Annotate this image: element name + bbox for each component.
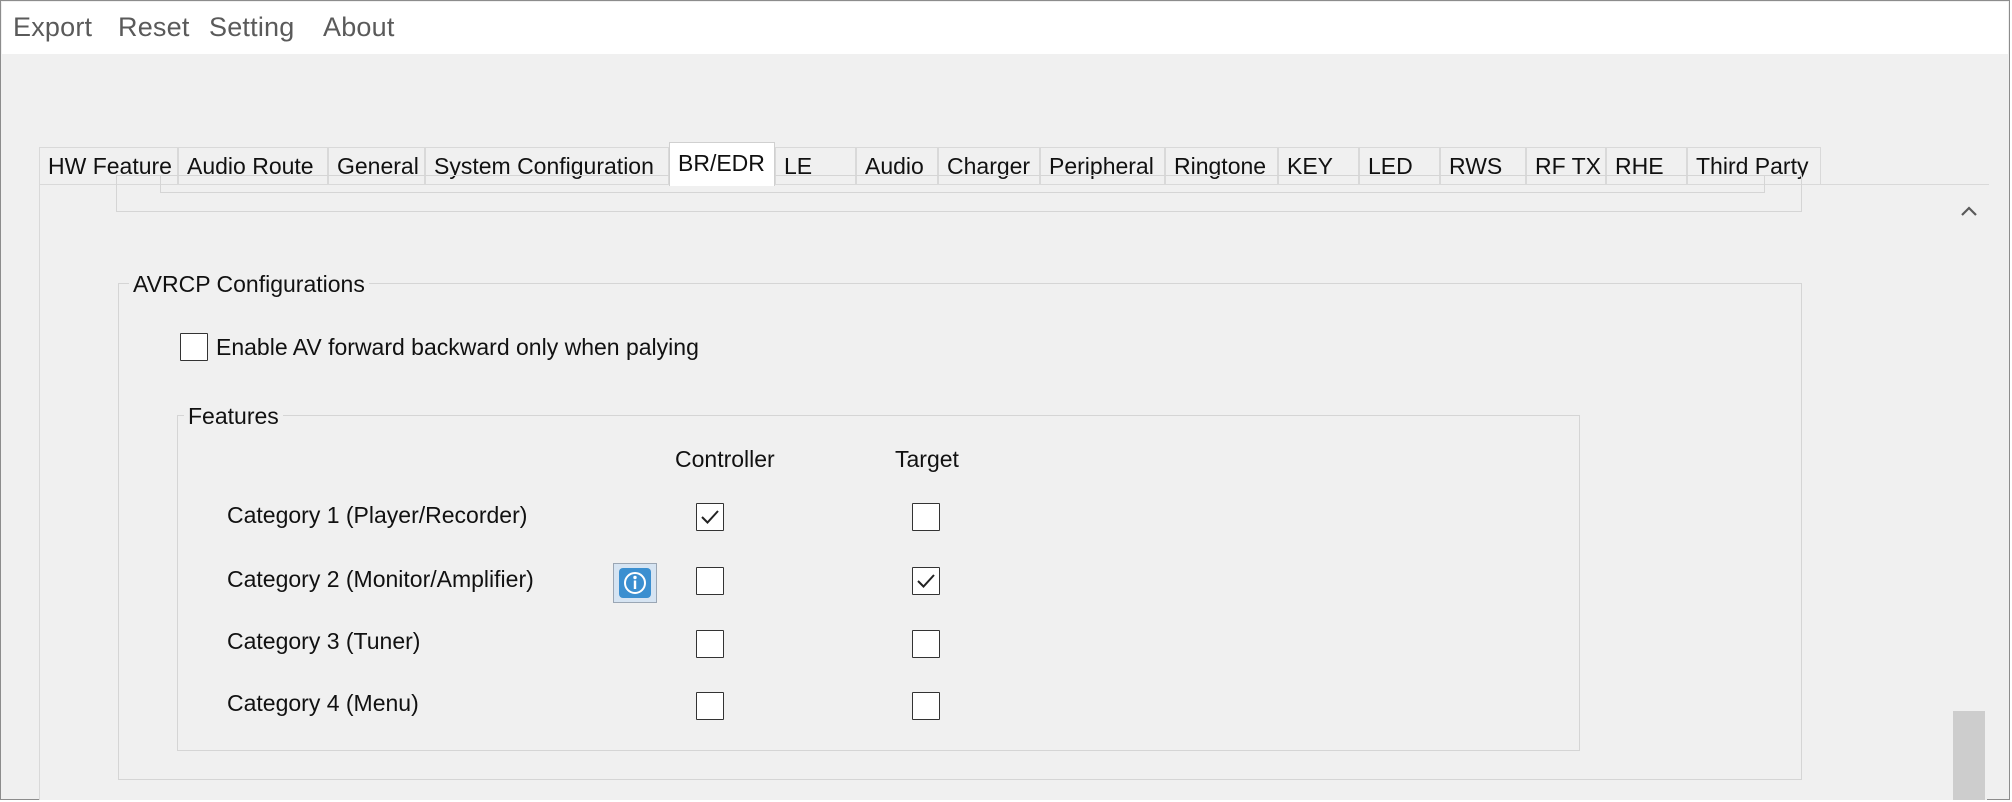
enable-av-label: Enable AV forward backward only when pal… bbox=[216, 334, 699, 360]
category-3-controller-checkbox[interactable] bbox=[696, 630, 724, 658]
chevron-up-icon[interactable] bbox=[1951, 199, 1987, 223]
avrcp-group-title: AVRCP Configurations bbox=[129, 271, 369, 298]
info-icon bbox=[624, 572, 646, 594]
category-4-label: Category 4 (Menu) bbox=[227, 690, 419, 716]
category-2-label: Category 2 (Monitor/Amplifier) bbox=[227, 566, 534, 592]
features-group-title: Features bbox=[184, 403, 283, 430]
category-1-label: Category 1 (Player/Recorder) bbox=[227, 502, 528, 528]
menu-about[interactable]: About bbox=[323, 12, 395, 43]
category-3-label: Category 3 (Tuner) bbox=[227, 628, 421, 654]
category-2-target-checkbox[interactable] bbox=[912, 567, 940, 595]
menu-setting[interactable]: Setting bbox=[209, 12, 294, 43]
menu-bar: Export Reset Setting About bbox=[2, 2, 2008, 54]
menu-reset[interactable]: Reset bbox=[118, 12, 190, 43]
tab-br-edr[interactable]: BR/EDR bbox=[669, 142, 775, 186]
checkmark-icon bbox=[917, 574, 935, 588]
checkmark-icon bbox=[701, 510, 719, 524]
app-window: Export Reset Setting About HW Feature Au… bbox=[0, 0, 2010, 800]
menu-export[interactable]: Export bbox=[13, 12, 92, 43]
vertical-scrollbar[interactable] bbox=[1951, 185, 1987, 800]
category-1-target-checkbox[interactable] bbox=[912, 503, 940, 531]
category-2-controller-checkbox[interactable] bbox=[696, 567, 724, 595]
column-target-header: Target bbox=[895, 446, 959, 472]
category-4-target-checkbox[interactable] bbox=[912, 692, 940, 720]
previous-inner-box bbox=[160, 175, 1765, 193]
tab-content-panel: AVRCP Configurations Enable AV forward b… bbox=[39, 175, 1954, 800]
scrollbar-thumb[interactable] bbox=[1953, 711, 1985, 800]
category-3-target-checkbox[interactable] bbox=[912, 630, 940, 658]
category-2-info-button[interactable] bbox=[613, 563, 657, 603]
column-controller-header: Controller bbox=[675, 446, 775, 472]
category-1-controller-checkbox[interactable] bbox=[696, 503, 724, 531]
category-4-controller-checkbox[interactable] bbox=[696, 692, 724, 720]
enable-av-checkbox[interactable] bbox=[180, 333, 208, 361]
